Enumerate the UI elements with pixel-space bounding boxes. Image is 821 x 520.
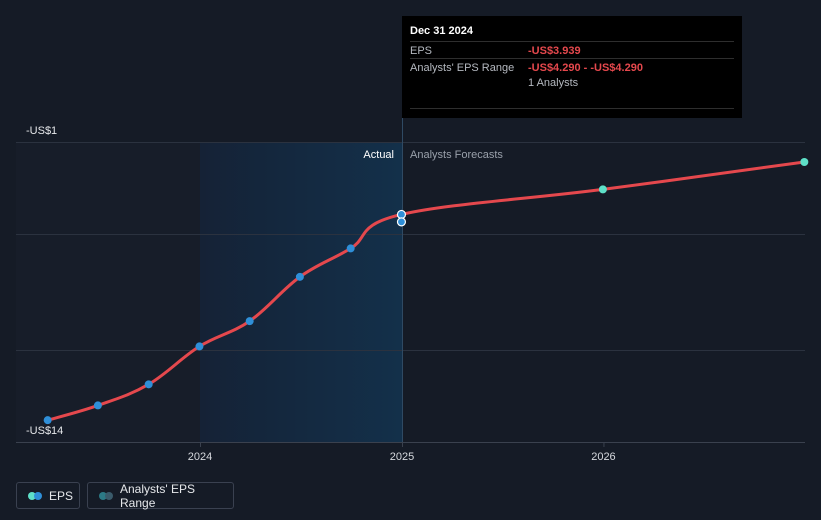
- x-tick-label: 2026: [591, 451, 615, 463]
- actual-eps-point: [43, 416, 52, 425]
- x-tick-label: 2025: [390, 451, 414, 463]
- tooltip-divider: [410, 108, 734, 109]
- actual-eps-point: [245, 317, 254, 326]
- tooltip-eps-label: EPS: [410, 45, 433, 57]
- eps-legend-icon: [28, 491, 42, 500]
- y-axis-bottom-label: -US$14: [26, 425, 63, 437]
- forecast-eps-point: [598, 185, 607, 194]
- legend-range-toggle[interactable]: Analysts' EPS Range: [87, 481, 234, 510]
- forecast-eps-point: [800, 157, 809, 166]
- actual-highlight-region: [200, 142, 402, 442]
- tooltip-eps-value: -US$3.939: [528, 45, 581, 57]
- actual-eps-point: [195, 342, 204, 351]
- tooltip-analysts: 1 Analysts: [528, 77, 579, 89]
- tooltip-eps-row: EPS -US$3.939: [410, 41, 734, 59]
- tooltip-range-label: Analysts' EPS Range: [410, 62, 515, 74]
- actual-section-label: Actual: [363, 149, 394, 161]
- tooltip-range-value: -US$4.290 - -US$4.290: [528, 62, 643, 74]
- legend-eps-toggle[interactable]: EPS: [16, 482, 80, 509]
- forecast-eps-point: [396, 217, 407, 227]
- legend-eps-label: EPS: [49, 488, 74, 503]
- y-axis-top-label: -US$1: [26, 125, 57, 137]
- forecast-section-label: Analysts Forecasts: [410, 149, 503, 161]
- tooltip: Dec 31 2024 EPS -US$3.939 Analysts' EPS …: [402, 16, 742, 118]
- actual-eps-point: [346, 244, 355, 253]
- actual-eps-point: [144, 380, 153, 389]
- past-background: [16, 142, 200, 442]
- tooltip-date: Dec 31 2024: [410, 25, 473, 37]
- actual-eps-point: [93, 401, 102, 410]
- actual-eps-point: [295, 272, 304, 281]
- tooltip-range-row: Analysts' EPS Range -US$4.290 - -US$4.29…: [410, 58, 734, 76]
- legend-range-label: Analysts' EPS Range: [120, 481, 195, 510]
- range-legend-icon: [99, 491, 113, 500]
- x-tick-label: 2024: [188, 451, 212, 463]
